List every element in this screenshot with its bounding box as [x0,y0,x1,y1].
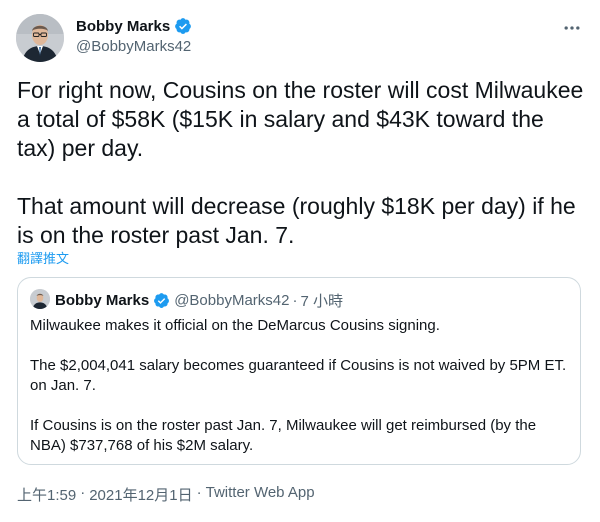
quoted-tweet-text: Milwaukee makes it official on the DeMar… [30,316,570,456]
quoted-tweet-time: 7 小時 [300,293,343,310]
tweet-paragraph: For right now, Cousins on the roster wil… [17,77,584,161]
translate-tweet-link[interactable]: 翻譯推文 [17,248,69,267]
tweet-text: For right now, Cousins on the roster wil… [17,76,587,250]
tweet-meta: 上午1:59 · 2021年12月1日 · Twitter Web App [17,484,315,505]
quoted-paragraph: Milwaukee makes it official on the DeMar… [30,317,440,334]
author-avatar[interactable] [16,14,64,62]
verified-badge-icon [175,18,192,34]
quoted-author-handle: @BobbyMarks42 [174,292,290,309]
tweet-time[interactable]: 上午1:59 [17,484,76,505]
quoted-tweet-header: Bobby Marks @BobbyMarks42 · 7 小時 [55,290,343,311]
quoted-paragraph: The $2,004,041 salary becomes guaranteed… [30,357,567,394]
separator-dot: · [196,484,202,501]
quoted-author-avatar [30,289,50,309]
author-handle[interactable]: @BobbyMarks42 [76,38,191,55]
tweet: Bobby Marks @BobbyMarks42 For right now,… [0,0,600,522]
tweet-paragraph: That amount will decrease (roughly $18K … [17,193,576,248]
more-options-icon[interactable] [560,16,584,40]
tweet-source[interactable]: Twitter Web App [206,484,315,505]
tweet-date[interactable]: 2021年12月1日 [89,484,192,505]
quoted-author-name: Bobby Marks [55,292,150,309]
author-name-text: Bobby Marks [76,17,171,35]
author-name[interactable]: Bobby Marks [76,17,192,35]
separator-dot: · [80,484,86,501]
quoted-paragraph: If Cousins is on the roster past Jan. 7,… [30,417,537,454]
separator-dot: · [292,292,298,309]
quoted-tweet-card[interactable]: Bobby Marks @BobbyMarks42 · 7 小時 Milwauk… [17,277,581,465]
verified-badge-icon [154,293,170,308]
